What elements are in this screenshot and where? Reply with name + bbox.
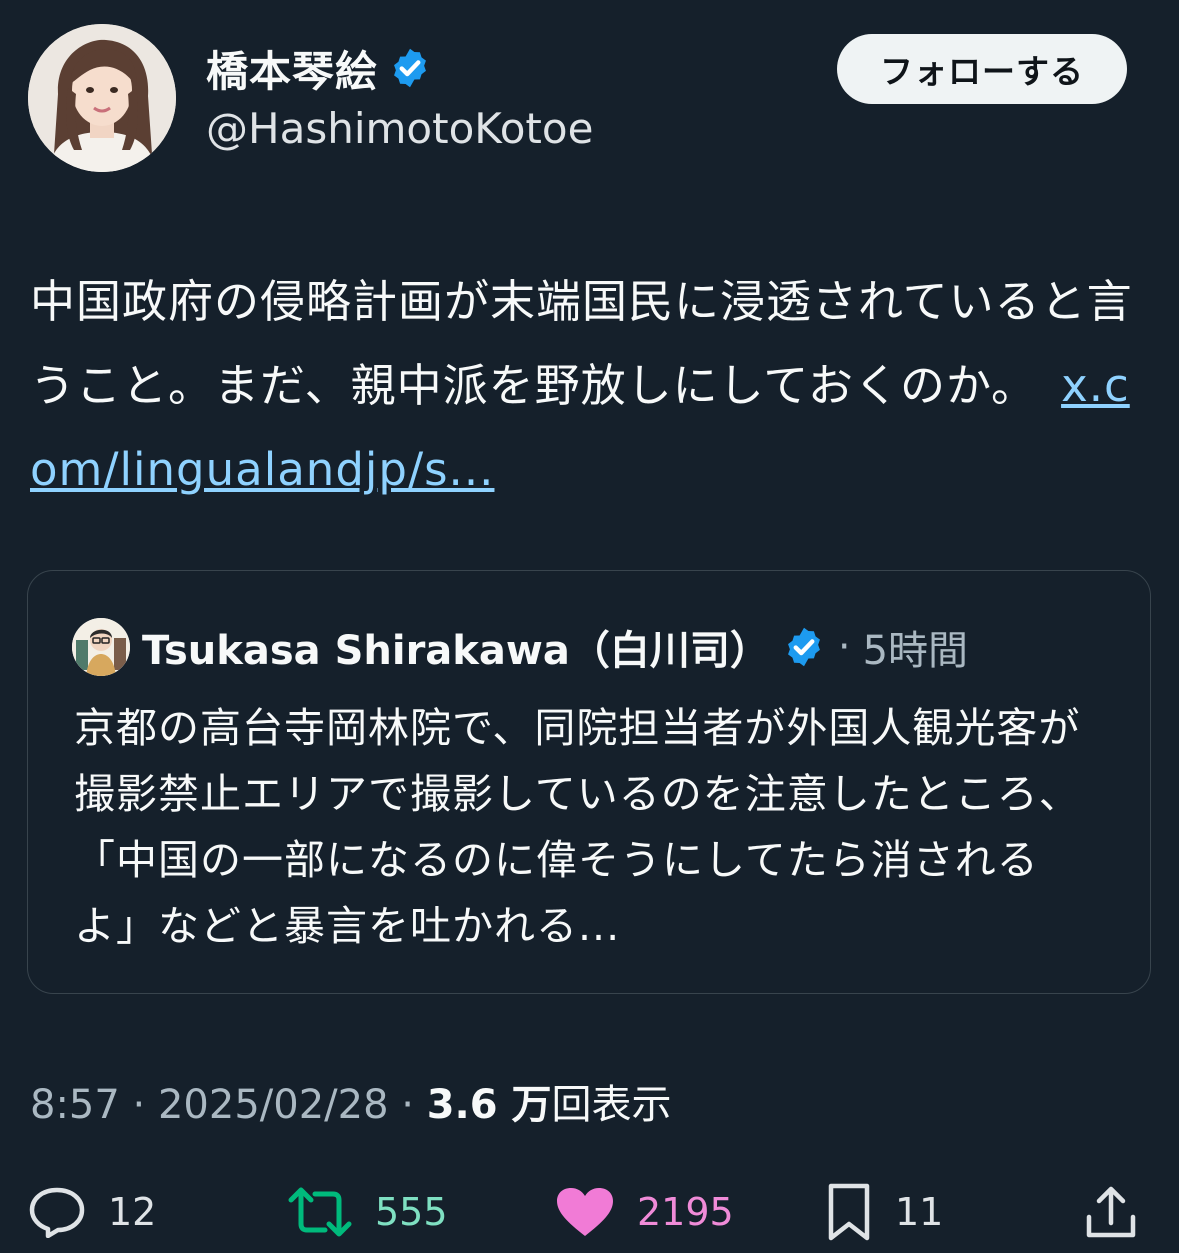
like-button[interactable]: 2195	[555, 1180, 734, 1244]
tweet-body: 中国政府の侵略計画が末端国民に浸透されていると言うこと。まだ、親中派を野放しにし…	[30, 275, 1133, 412]
follow-button[interactable]: フォローする	[837, 34, 1127, 104]
tweet-detail-page: 橋本琴絵 @HashimotoKotoe フォローする 中国政府の侵略計画が末端…	[0, 0, 1179, 1253]
share-upload-icon	[1083, 1183, 1139, 1241]
views-label[interactable]: 回表示	[551, 1082, 671, 1128]
meta-separator: ·	[132, 1082, 146, 1128]
quoted-timestamp[interactable]: 5時間	[863, 618, 968, 676]
reply-count: 12	[108, 1190, 157, 1234]
meta-separator: ·	[401, 1082, 414, 1128]
quoted-tweet-card[interactable]: Tsukasa Shirakawa（白川司） · 5時間 京都の高台寺岡林院で、…	[27, 570, 1151, 994]
author-avatar[interactable]	[28, 24, 176, 172]
author-display-name[interactable]: 橋本琴絵	[206, 38, 378, 99]
quoted-tweet-text: 京都の高台寺岡林院で、同院担当者が外国人観光客が撮影禁止エリアで撮影しているのを…	[74, 704, 1081, 950]
views-count[interactable]: 3.6 万	[427, 1082, 552, 1128]
retweet-button[interactable]: 555	[287, 1180, 448, 1244]
retweet-arrows-icon	[287, 1186, 353, 1238]
tweet-meta: 8:57 · 2025/02/28 · 3.6 万回表示	[30, 1072, 671, 1130]
speech-bubble-icon	[28, 1186, 86, 1238]
tweet-text: 中国政府の侵略計画が末端国民に浸透されていると言うこと。まだ、親中派を野放しにし…	[30, 260, 1155, 512]
quoted-author-avatar[interactable]	[72, 618, 130, 676]
author-name-row: 橋本琴絵	[206, 40, 432, 96]
verified-badge-icon[interactable]	[388, 46, 432, 90]
tweet-date[interactable]: 2025/02/28	[158, 1082, 389, 1128]
bookmark-icon	[825, 1182, 873, 1242]
retweet-count: 555	[375, 1190, 448, 1234]
like-count: 2195	[637, 1190, 734, 1234]
tweet-time[interactable]: 8:57	[30, 1082, 120, 1128]
quoted-author-name[interactable]: Tsukasa Shirakawa（白川司）	[142, 618, 770, 676]
share-button[interactable]	[1083, 1180, 1139, 1244]
bookmark-button[interactable]: 11	[825, 1180, 943, 1244]
quoted-separator: ·	[837, 624, 851, 670]
author-handle[interactable]: @HashimotoKotoe	[206, 104, 593, 153]
bookmark-count: 11	[895, 1190, 944, 1234]
quoted-tweet-header: Tsukasa Shirakawa（白川司） · 5時間	[72, 617, 968, 677]
heart-filled-icon	[555, 1186, 615, 1238]
reply-button[interactable]: 12	[28, 1180, 156, 1244]
verified-badge-icon	[782, 625, 826, 669]
